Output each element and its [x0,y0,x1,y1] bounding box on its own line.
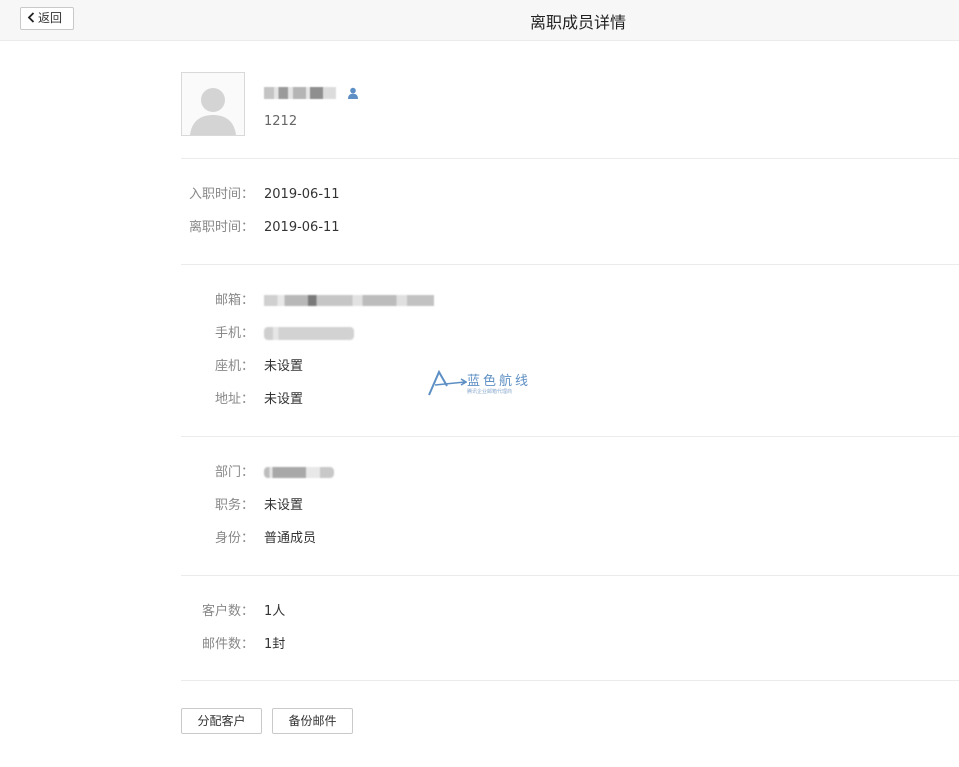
identity-row: 身份： 普通成员 [181,529,316,549]
email-row: 邮箱： [181,291,434,311]
mail-count-label: 邮件数： [201,637,254,652]
customer-count-row: 客户数： 1人 [181,602,285,622]
divider [181,575,959,576]
mail-count-row: 邮件数： 1封 [181,635,285,655]
landline-value: 未设置 [264,359,304,374]
landline-row: 座机： 未设置 [181,357,303,377]
leave-date-value: 2019-06-11 [264,220,340,235]
mobile-value-redacted [264,327,354,340]
member-name-row [264,82,359,102]
leave-date-label: 离职时间： [188,220,254,235]
mobile-row: 手机： [181,324,354,344]
member-account: 1212 [264,114,298,129]
department-label: 部门： [214,465,254,480]
watermark-subtext: 腾讯企业邮箱代理商 [467,389,513,395]
email-label: 邮箱： [214,293,254,308]
join-date-row: 入职时间： 2019-06-11 [181,185,340,205]
department-row: 部门： [181,463,334,483]
address-row: 地址： 未设置 [181,390,303,410]
position-row: 职务： 未设置 [181,496,303,516]
page-title: 离职成员详情 [529,13,626,32]
email-value-redacted [264,295,434,306]
address-value: 未设置 [264,392,304,407]
department-value-redacted [264,467,334,478]
paper-plane-logo-icon [428,369,467,396]
position-label: 职务： [214,498,254,513]
identity-value: 普通成员 [264,531,317,546]
avatar [181,72,245,136]
mail-count-value: 1封 [264,637,286,652]
watermark-text: 蓝色航线 [467,374,532,389]
mobile-label: 手机： [214,326,254,341]
divider [181,680,959,681]
default-user-avatar-icon [190,88,236,135]
member-name-redacted [264,86,336,99]
address-label: 地址： [214,392,254,407]
identity-label: 身份： [214,531,254,546]
join-date-label: 入职时间： [188,187,254,202]
divider [181,158,959,159]
top-bar: 返回 离职成员详情 [0,0,959,41]
user-icon [348,87,359,99]
customer-count-label: 客户数： [201,604,254,619]
assign-customers-button[interactable]: 分配客户 [181,708,262,734]
position-value: 未设置 [264,498,304,513]
watermark: 蓝色航线 腾讯企业邮箱代理商 [427,369,547,399]
landline-label: 座机： [214,359,254,374]
join-date-value: 2019-06-11 [264,187,340,202]
leave-date-row: 离职时间： 2019-06-11 [181,218,340,238]
divider [181,264,959,265]
backup-mail-button[interactable]: 备份邮件 [272,708,353,734]
divider [181,436,959,437]
customer-count-value: 1人 [264,604,286,619]
